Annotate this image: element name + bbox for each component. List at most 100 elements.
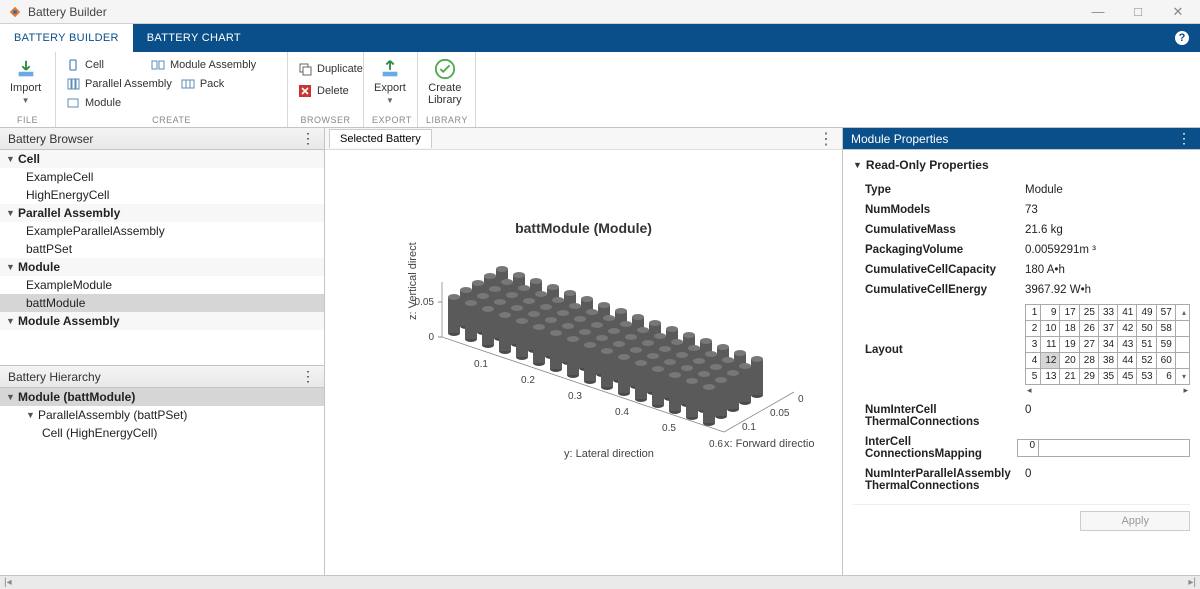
- tab-battery-builder[interactable]: BATTERY BUILDER: [0, 24, 133, 52]
- create-library-button[interactable]: Create Library: [426, 54, 464, 110]
- layout-cell[interactable]: 49: [1137, 305, 1156, 321]
- chevron-down-icon: ▼: [22, 96, 30, 105]
- layout-cell[interactable]: 19: [1060, 337, 1079, 353]
- browser-section-module[interactable]: ▼Module: [0, 258, 324, 276]
- layout-cell[interactable]: 17: [1060, 305, 1079, 321]
- create-module-button[interactable]: Module: [64, 94, 123, 112]
- apply-button[interactable]: Apply: [1080, 511, 1190, 531]
- panel-menu-button[interactable]: ⋮: [301, 130, 316, 147]
- layout-cell[interactable]: 60: [1156, 353, 1175, 369]
- chart-title: battModule (Module): [335, 220, 832, 236]
- layout-cell[interactable]: 53: [1137, 369, 1156, 385]
- browser-item[interactable]: HighEnergyCell: [0, 186, 324, 204]
- layout-cell[interactable]: 12: [1041, 353, 1060, 369]
- layout-cell[interactable]: 2: [1026, 321, 1041, 337]
- layout-cell[interactable]: 59: [1156, 337, 1175, 353]
- browser-item[interactable]: ExampleParallelAssembly: [0, 222, 324, 240]
- layout-cell[interactable]: 11: [1041, 337, 1060, 353]
- layout-cell[interactable]: 26: [1079, 321, 1098, 337]
- battery-browser-tree[interactable]: ▼Cell ExampleCell HighEnergyCell ▼Parall…: [0, 150, 324, 365]
- layout-cell[interactable]: 57: [1156, 305, 1175, 321]
- layout-cell[interactable]: 45: [1118, 369, 1137, 385]
- duplicate-button[interactable]: Duplicate: [296, 60, 365, 78]
- battery-3d-plot[interactable]: 00.05 0.10.20.30.40.50.6 00.050.1 z: Ver…: [394, 242, 774, 442]
- layout-cell[interactable]: 10: [1041, 321, 1060, 337]
- intercell-mapping-input[interactable]: [1039, 439, 1190, 457]
- create-cell-button[interactable]: Cell Module Assembly: [64, 56, 258, 74]
- hierarchy-item[interactable]: Cell (HighEnergyCell): [0, 424, 324, 442]
- scroll-left-handle[interactable]: |◂: [4, 577, 12, 588]
- scroll-right-icon[interactable]: ▸: [1183, 385, 1188, 396]
- layout-cell[interactable]: 38: [1098, 353, 1117, 369]
- svg-text:0.5: 0.5: [662, 423, 676, 434]
- ribbon-tabstrip: BATTERY BUILDER BATTERY CHART ?: [0, 24, 1200, 52]
- layout-cell[interactable]: 51: [1137, 337, 1156, 353]
- browser-item[interactable]: ExampleModule: [0, 276, 324, 294]
- layout-cell[interactable]: 34: [1098, 337, 1117, 353]
- panel-menu-button[interactable]: ⋮: [810, 129, 842, 149]
- properties-panel[interactable]: ▼Read-Only Properties TypeModule NumMode…: [843, 150, 1200, 575]
- panel-menu-button[interactable]: ⋮: [301, 368, 316, 385]
- chart-viewport[interactable]: battModule (Module) 00.05 0.10.20.30.40.…: [325, 150, 842, 575]
- browser-section-module-assembly[interactable]: ▼Module Assembly: [0, 312, 324, 330]
- layout-cell[interactable]: 3: [1026, 337, 1041, 353]
- browser-section-cell[interactable]: ▼Cell: [0, 150, 324, 168]
- window-maximize-button[interactable]: □: [1124, 4, 1152, 20]
- mapping-index-cell[interactable]: 0: [1017, 439, 1039, 457]
- browser-section-parallel-assembly[interactable]: ▼Parallel Assembly: [0, 204, 324, 222]
- tab-battery-chart[interactable]: BATTERY CHART: [133, 24, 255, 52]
- module-assembly-icon: [151, 58, 165, 72]
- layout-cell[interactable]: 28: [1079, 353, 1098, 369]
- layout-cell[interactable]: 4: [1026, 353, 1041, 369]
- battery-hierarchy-tree[interactable]: ▼Module (battModule) ▼ParallelAssembly (…: [0, 388, 324, 575]
- layout-cell[interactable]: 52: [1137, 353, 1156, 369]
- export-button[interactable]: Export ▼: [372, 54, 408, 109]
- layout-cell[interactable]: 13: [1041, 369, 1060, 385]
- scroll-left-icon[interactable]: ◂: [1027, 385, 1032, 396]
- layout-cell[interactable]: 27: [1079, 337, 1098, 353]
- y-axis-label: y: Lateral direction: [564, 448, 654, 460]
- module-icon: [66, 96, 80, 110]
- layout-cell[interactable]: 44: [1118, 353, 1137, 369]
- panel-menu-button[interactable]: ⋮: [1177, 130, 1192, 147]
- read-only-properties-section[interactable]: ▼Read-Only Properties: [853, 158, 1190, 172]
- layout-cell[interactable]: 37: [1098, 321, 1117, 337]
- layout-cell[interactable]: 9: [1041, 305, 1060, 321]
- layout-cell[interactable]: 33: [1098, 305, 1117, 321]
- layout-cell[interactable]: 1: [1026, 305, 1041, 321]
- tab-selected-battery[interactable]: Selected Battery: [329, 129, 432, 148]
- duplicate-icon: [298, 62, 312, 76]
- browser-item[interactable]: battPSet: [0, 240, 324, 258]
- scroll-right-handle[interactable]: ▸|: [1188, 577, 1196, 588]
- hierarchy-root[interactable]: ▼Module (battModule): [0, 388, 324, 406]
- import-button[interactable]: Import ▼: [8, 54, 43, 109]
- layout-cell[interactable]: 18: [1060, 321, 1079, 337]
- battery-browser-header: Battery Browser⋮: [0, 128, 324, 150]
- layout-cell[interactable]: 6: [1156, 369, 1175, 385]
- parallel-assembly-icon: [66, 77, 80, 91]
- ribbon-group-create-label: CREATE: [64, 115, 279, 127]
- window-minimize-button[interactable]: —: [1084, 4, 1112, 20]
- browser-item-selected[interactable]: battModule: [0, 294, 324, 312]
- delete-button[interactable]: Delete: [296, 82, 351, 100]
- svg-text:0.4: 0.4: [615, 407, 629, 418]
- layout-cell[interactable]: 20: [1060, 353, 1079, 369]
- window-close-button[interactable]: ✕: [1164, 4, 1192, 20]
- create-parallel-assembly-button[interactable]: Parallel Assembly Pack: [64, 75, 226, 93]
- layout-grid[interactable]: 19172533414957▴2101826374250583111927344…: [1025, 304, 1190, 385]
- layout-cell[interactable]: 41: [1118, 305, 1137, 321]
- layout-cell[interactable]: 25: [1079, 305, 1098, 321]
- svg-text:0.3: 0.3: [568, 391, 582, 402]
- layout-cell[interactable]: 29: [1079, 369, 1098, 385]
- layout-cell[interactable]: 50: [1137, 321, 1156, 337]
- layout-cell[interactable]: 5: [1026, 369, 1041, 385]
- layout-cell[interactable]: 58: [1156, 321, 1175, 337]
- layout-cell[interactable]: 21: [1060, 369, 1079, 385]
- layout-cell[interactable]: 42: [1118, 321, 1137, 337]
- hierarchy-item[interactable]: ▼ParallelAssembly (battPSet): [0, 406, 324, 424]
- layout-cell[interactable]: 43: [1118, 337, 1137, 353]
- help-button[interactable]: ?: [1164, 24, 1200, 52]
- browser-item[interactable]: ExampleCell: [0, 168, 324, 186]
- status-bar: |◂ ▸|: [0, 575, 1200, 589]
- layout-cell[interactable]: 35: [1098, 369, 1117, 385]
